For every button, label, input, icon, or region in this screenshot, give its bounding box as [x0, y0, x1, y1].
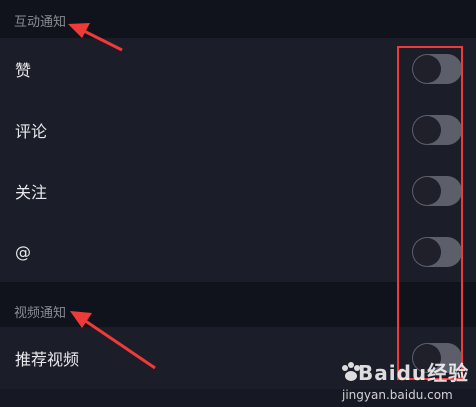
arrow-to-video-header: [70, 311, 156, 370]
watermark-logo-text: Baidu经验: [358, 361, 470, 385]
baidu-watermark: Baidu经验 jingyan.baidu.com: [340, 355, 474, 405]
arrow-to-interaction-header: [68, 23, 123, 52]
annotation-arrows: [68, 23, 156, 370]
watermark-url: jingyan.baidu.com: [342, 388, 453, 402]
